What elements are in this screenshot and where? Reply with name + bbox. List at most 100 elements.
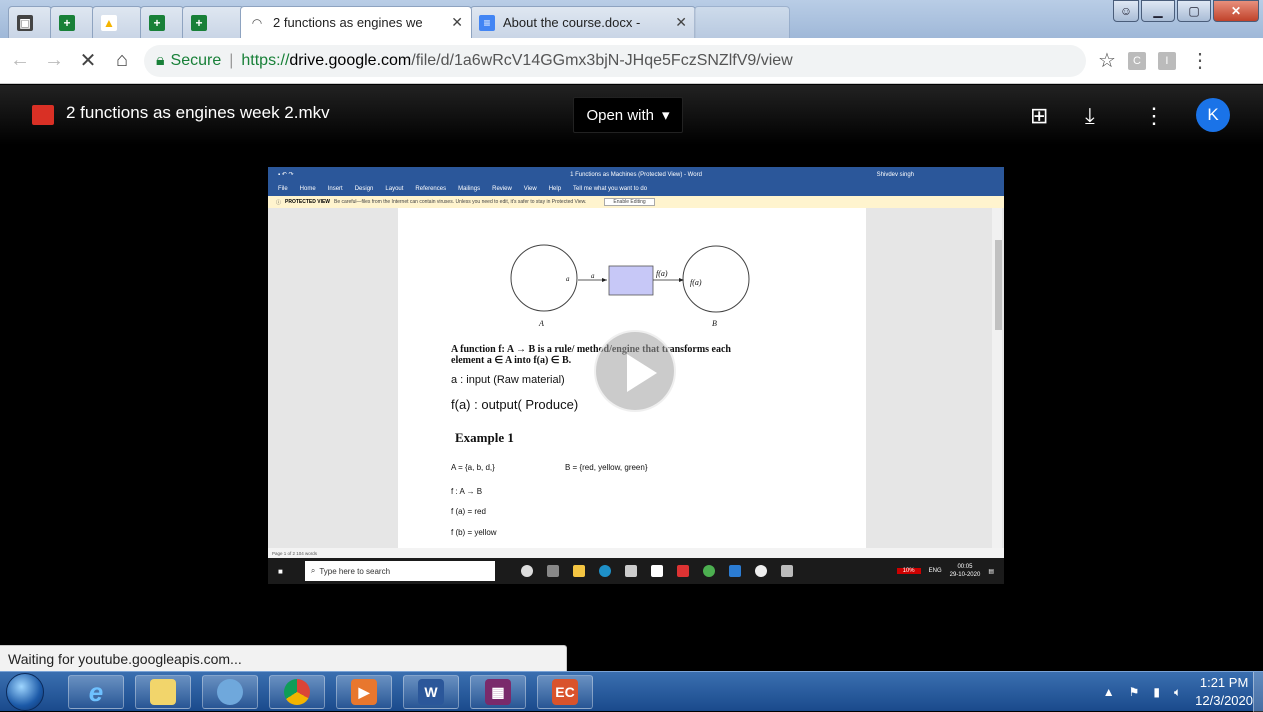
explorer-icon [572, 565, 585, 577]
file-name: 2 functions as engines week 2.mkv [66, 103, 330, 122]
ribbon-item: Tell me what you want to do [573, 186, 648, 192]
close-icon[interactable]: ✕ [675, 14, 687, 31]
download-icon[interactable]: ⤓ [1085, 103, 1095, 129]
ribbon-item: Home [299, 186, 316, 192]
tab-photos[interactable]: ▣ [8, 6, 52, 38]
diagram-fa-arrow-label: f(a) [656, 269, 668, 278]
star-icon[interactable]: ☆ [1098, 48, 1116, 73]
clock-time: 1:21 PM [1199, 675, 1249, 690]
win10-tray: 10% ENG 00:05 29-10-2020 ▤ [896, 563, 994, 579]
example-heading: Example 1 [455, 430, 514, 445]
show-desktop-button[interactable] [1253, 672, 1263, 712]
taskbar-chrome[interactable] [269, 675, 325, 709]
search-placeholder: Type here to search [319, 566, 391, 576]
protected-label: PROTECTED VIEW [285, 199, 331, 205]
ribbon-item: View [523, 186, 537, 192]
pocket-icon [676, 565, 689, 577]
taskbar-ie[interactable]: e [68, 675, 124, 709]
sheets-icon: + [149, 14, 165, 31]
taskbar-winrar[interactable]: ▦ [470, 675, 526, 709]
docs-icon: ≡ [479, 14, 495, 31]
windows-icon: ■ [278, 566, 283, 576]
video-app-icon [780, 565, 793, 577]
close-icon[interactable]: ✕ [451, 14, 463, 31]
sheets-icon: + [59, 14, 75, 31]
ribbon-item: References [415, 186, 447, 192]
extension-icon[interactable]: C [1127, 51, 1146, 70]
video-file-icon [32, 105, 54, 125]
volume-icon[interactable]: 🔈︎ [1174, 685, 1181, 700]
diagram-fa-output-label: f(a) [690, 278, 702, 287]
tab-active-video[interactable]: ◠ 2 functions as engines we ✕ [240, 6, 472, 38]
address-bar[interactable]: 🔒︎ Secure | https://drive.google.com/file… [144, 44, 1086, 77]
forward-arrow-icon[interactable]: → [40, 47, 68, 75]
tab-sheets-2[interactable]: + [140, 6, 184, 38]
recorder-icon: EC [552, 679, 578, 705]
word-icon: W [418, 679, 444, 705]
ribbon-item: File [278, 186, 288, 192]
lock-icon[interactable]: 🔒︎ Secure [156, 52, 221, 70]
function-diagram [510, 244, 750, 313]
taskbar-recorder[interactable]: EC [537, 675, 593, 709]
set-b-definition: B = {red, yellow, green} [565, 463, 648, 472]
set-a-definition: A = {a, b, d,} [451, 463, 495, 472]
tab-sheets-1[interactable]: + [50, 6, 94, 38]
url-path: /file/d/1a6wRcV14GGmx3bjN-JHqe5FczSNZlfV… [411, 51, 793, 69]
home-icon[interactable]: ⌂ [108, 47, 136, 75]
fb-line: f (b) = yellow [451, 528, 497, 537]
set-b-label: B [712, 319, 717, 328]
tab-title: 2 functions as engines we [273, 15, 423, 30]
protected-view-bar: ⓘ PROTECTED VIEW Be careful—files from t… [268, 196, 1004, 208]
search-icon: ⌕ [310, 566, 316, 575]
viewer-header: 2 functions as engines week 2.mkv Open w… [0, 85, 1263, 145]
set-a-label: A [539, 319, 544, 328]
play-button[interactable] [594, 330, 676, 412]
ribbon-item: Insert [327, 186, 343, 192]
taskbar-vlc[interactable]: ▶ [336, 675, 392, 709]
tray-lang: ENG [928, 568, 942, 574]
avatar[interactable]: K [1196, 98, 1230, 132]
back-arrow-icon[interactable]: ← [6, 47, 34, 75]
open-with-button[interactable]: Open with ▾ [573, 97, 683, 133]
action-center-icon[interactable]: ⚑ [1129, 685, 1140, 699]
tab-docs[interactable]: ≡ About the course.docx - ✕ [470, 6, 696, 38]
mini-time: 00:05 [957, 564, 973, 570]
tab-sheets-3[interactable]: + [182, 6, 244, 38]
word-user: Shivdev singh [876, 171, 914, 178]
secure-label: Secure [170, 51, 222, 69]
ie-icon: e [88, 676, 104, 707]
start-button[interactable] [6, 673, 44, 711]
tab-drive[interactable]: ▲ [92, 6, 142, 38]
more-options-icon[interactable]: ⋮ [1143, 103, 1165, 129]
definition-line-1: A function f: A → B is a rule/ method/en… [451, 344, 731, 355]
word-ribbon: File Home Insert Design Layout Reference… [268, 182, 1004, 196]
taskbar-chromium[interactable] [202, 675, 258, 709]
clock[interactable]: 1:21 PM 12/3/2020 [1195, 674, 1253, 710]
word-scroll-thumb [995, 240, 1002, 330]
extension-icon[interactable]: I [1157, 51, 1176, 70]
win10-taskbar: ■ ⌕ Type here to search 10% ENG 00:05 29… [268, 558, 1004, 584]
mail-icon [624, 565, 637, 577]
user-icon[interactable]: ☺ [1113, 0, 1139, 22]
status-tooltip: Waiting for youtube.googleapis.com... [0, 645, 567, 671]
minimize-button[interactable]: ▁ [1141, 0, 1175, 22]
close-window-button[interactable]: ✕ [1213, 0, 1259, 22]
maximize-button[interactable]: ▢ [1177, 0, 1211, 22]
task-view-icon [546, 565, 559, 577]
tab-blank[interactable] [694, 6, 790, 38]
add-to-drive-icon[interactable]: ⊞ [1030, 103, 1048, 129]
stop-icon[interactable]: ✕ [74, 47, 102, 75]
menu-icon[interactable]: ⋮ [1190, 48, 1210, 73]
clock-date: 12/3/2020 [1195, 693, 1253, 708]
definition-line-2: element a ∈ A into f(a) ∈ B. [451, 355, 572, 366]
tray-expand-icon[interactable]: ▲ [1103, 685, 1115, 699]
chrome-icon [702, 565, 715, 577]
url-protocol: https:// [241, 51, 290, 69]
taskbar-explorer[interactable] [135, 675, 191, 709]
network-icon[interactable]: ▮ [1153, 685, 1160, 699]
taskbar: e ▶ W ▦ EC ▲ ⚑ ▮ 🔈︎ 1:21 PM 12/3/2020 [0, 671, 1263, 712]
winrar-icon: ▦ [485, 679, 511, 705]
protected-message: Be careful—files from the Internet can c… [334, 199, 587, 205]
taskbar-word[interactable]: W [403, 675, 459, 709]
drive-icon: ▲ [101, 14, 117, 31]
